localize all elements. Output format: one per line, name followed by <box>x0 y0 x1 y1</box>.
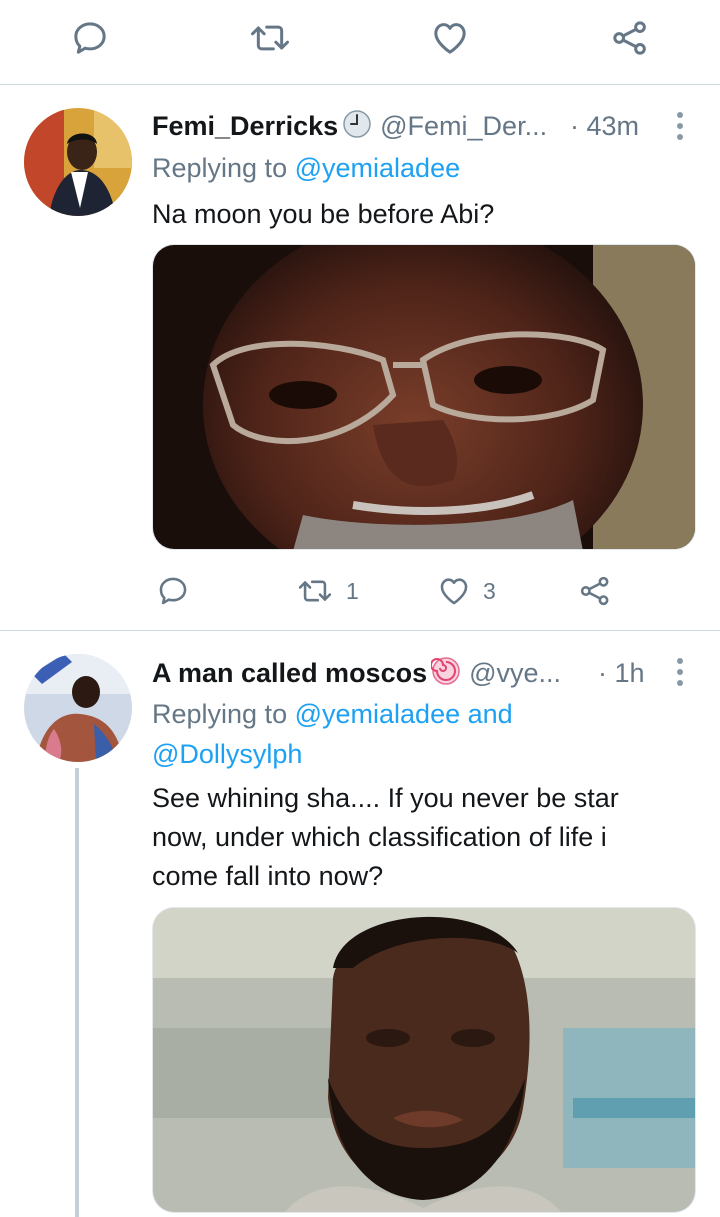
replying-and: and <box>467 699 513 729</box>
more-options-icon[interactable] <box>676 658 684 691</box>
display-name[interactable]: Femi_Derricks <box>152 111 338 142</box>
more-options-icon[interactable] <box>676 112 684 145</box>
retweet-button[interactable]: 1 <box>296 574 359 608</box>
share-icon <box>580 576 609 606</box>
reply-button[interactable] <box>156 574 190 608</box>
avatar[interactable] <box>24 108 132 216</box>
tweet-header: A man called moscos @vye... <box>152 655 561 691</box>
replying-prefix: Replying to <box>152 153 288 183</box>
reply-icon <box>159 577 187 605</box>
retweet-icon <box>251 25 289 51</box>
tweet-header: Femi_Derricks @Femi_Der... <box>152 108 547 144</box>
share-button[interactable] <box>578 574 612 608</box>
top-action-row <box>0 8 720 68</box>
divider <box>0 630 720 631</box>
tweet-text: Na moon you be before Abi? <box>152 199 495 229</box>
tweet-action-row: 1 3 <box>0 562 720 622</box>
tweet-text: See whining sha.... If you never be star… <box>152 779 692 896</box>
tweet-text-line: now, under which classification of life … <box>152 822 607 852</box>
like-count: 3 <box>483 577 496 604</box>
like-button[interactable]: 3 <box>437 574 496 608</box>
lollipop-emoji <box>430 656 461 691</box>
tweet-text-line: See whining sha.... If you never be star <box>152 783 619 813</box>
like-button[interactable] <box>430 18 470 58</box>
share-icon <box>613 21 646 55</box>
mention-link[interactable]: @yemialadee <box>295 153 461 183</box>
user-handle: @Femi_Der... <box>380 110 548 141</box>
tweet-media-image[interactable] <box>152 244 696 550</box>
tweet-media-image[interactable] <box>152 907 696 1213</box>
user-handle: @vye... <box>469 657 562 688</box>
divider <box>0 84 720 85</box>
retweet-button[interactable] <box>248 18 292 58</box>
mention-link[interactable]: @Dollysylph <box>152 739 302 769</box>
thread-connector-line <box>75 768 79 1217</box>
replying-to-line: Replying to @yemialadee <box>152 148 460 188</box>
replying-prefix: Replying to <box>152 699 288 729</box>
avatar[interactable] <box>24 654 132 762</box>
retweet-icon <box>298 580 332 602</box>
tweet-time[interactable]: · 43m <box>570 111 639 142</box>
tweet-text-line: come fall into now? <box>152 861 384 891</box>
clock-emoji <box>342 109 372 144</box>
retweet-count: 1 <box>346 577 359 604</box>
reply-icon <box>74 22 106 54</box>
replying-to-line: Replying to @yemialadee and @Dollysylph <box>152 694 692 774</box>
tweet-time[interactable]: · 1h <box>598 658 645 689</box>
reply-button[interactable] <box>70 18 110 58</box>
heart-icon <box>440 578 468 605</box>
display-name[interactable]: A man called moscos <box>152 658 427 689</box>
share-button[interactable] <box>610 18 650 58</box>
heart-icon <box>434 23 466 54</box>
mention-link[interactable]: @yemialadee <box>295 699 461 729</box>
